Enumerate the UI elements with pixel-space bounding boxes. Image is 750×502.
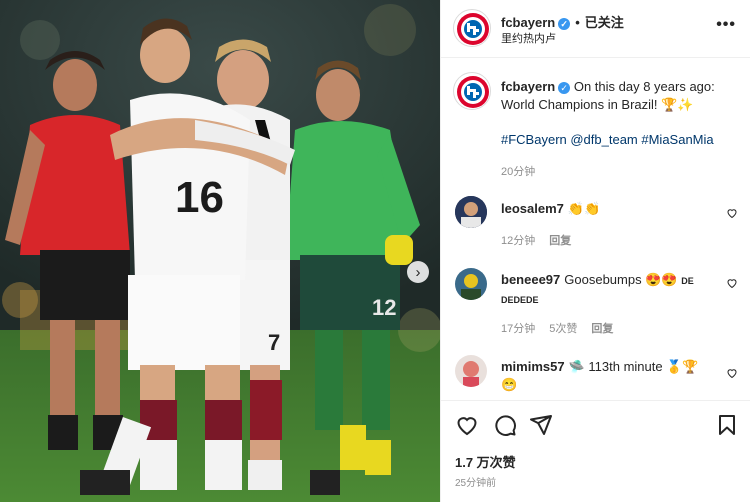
separator-dot: • [575, 15, 580, 30]
avatar-photo-icon [455, 268, 487, 300]
comment-username[interactable]: leosalem7 [501, 201, 564, 216]
more-options-icon[interactable]: ••• [716, 16, 736, 34]
commenter-avatar[interactable] [455, 268, 487, 300]
comment-like-heart-icon[interactable] [726, 367, 738, 379]
heart-icon[interactable] [455, 413, 479, 437]
commenter-avatar[interactable] [455, 355, 487, 387]
comment-text: mimims57 🛸 113th minute 🥇🏆 😁 [501, 358, 716, 394]
fc-bayern-logo-icon [457, 76, 489, 108]
reply-button[interactable]: 回复 [591, 323, 613, 335]
comment-time: 12分钟 [501, 235, 536, 247]
comment-like-heart-icon[interactable] [726, 207, 738, 219]
caption-avatar[interactable] [453, 72, 491, 110]
reply-button[interactable]: 回复 [549, 235, 571, 247]
header-user-row: fcbayern ✓ • 已关注 [501, 12, 624, 31]
comment-body: 🛸 113th minute 🥇🏆 [568, 359, 699, 374]
likes-count[interactable]: 1.7 万次赞 [455, 452, 516, 471]
post-caption: fcbayern ✓ On this day 8 years ago: World… [501, 78, 741, 114]
comment-body-line2: 😁 [501, 377, 518, 392]
celebration-photo: 12 7 16 [0, 0, 440, 502]
comment-body: Goosebumps 😍😍 [564, 272, 678, 287]
avatar-photo-icon [455, 355, 487, 387]
caption-hashtags[interactable]: #FCBayern @dfb_team #MiaSanMia [501, 132, 714, 147]
comment-icon[interactable] [493, 413, 517, 437]
bookmark-icon[interactable] [715, 413, 739, 437]
caption-username[interactable]: fcbayern [501, 79, 555, 94]
comment-text: beneee97 Goosebumps 😍😍 DE DEDEDE [501, 271, 716, 309]
comment-meta: 12分钟 回复 [501, 232, 585, 248]
comment-text: leosalem7 👏👏 [501, 200, 716, 218]
post-header: fcbayern ✓ • 已关注 里约热内卢 ••• [441, 0, 750, 58]
verified-badge-icon: ✓ [558, 82, 571, 94]
verified-badge-icon: ✓ [558, 18, 571, 30]
comment-likes[interactable]: 5次赞 [549, 323, 577, 335]
caption-time: 20分钟 [501, 166, 536, 178]
avatar-photo-icon [455, 196, 487, 228]
comment-username[interactable]: beneee97 [501, 272, 560, 287]
commenter-avatar[interactable] [455, 196, 487, 228]
comment-username[interactable]: mimims57 [501, 359, 565, 374]
profile-avatar[interactable] [453, 9, 491, 47]
next-image-button[interactable]: › [407, 261, 429, 283]
chevron-right-icon: › [415, 263, 421, 281]
comment-body: 👏👏 [567, 201, 601, 216]
send-icon[interactable] [529, 413, 553, 437]
post-panel: fcbayern ✓ • 已关注 里约热内卢 ••• fcbayern ✓ On thi… [440, 0, 750, 502]
jersey-number-16: 16 [175, 173, 224, 222]
post-timestamp: 25分钟前 [455, 478, 497, 489]
location-link[interactable]: 里约热内卢 [501, 30, 556, 46]
following-button[interactable]: 已关注 [585, 15, 624, 30]
jersey-number-7: 7 [268, 330, 280, 355]
keeper-number: 12 [372, 295, 396, 320]
post-photo[interactable]: 12 7 16 › [0, 0, 440, 502]
comment-meta: 17分钟 5次赞 回复 [501, 320, 627, 336]
comment-time: 17分钟 [501, 323, 536, 335]
fc-bayern-logo-icon [457, 13, 489, 45]
header-username[interactable]: fcbayern [501, 15, 555, 30]
comment-like-heart-icon[interactable] [726, 277, 738, 289]
